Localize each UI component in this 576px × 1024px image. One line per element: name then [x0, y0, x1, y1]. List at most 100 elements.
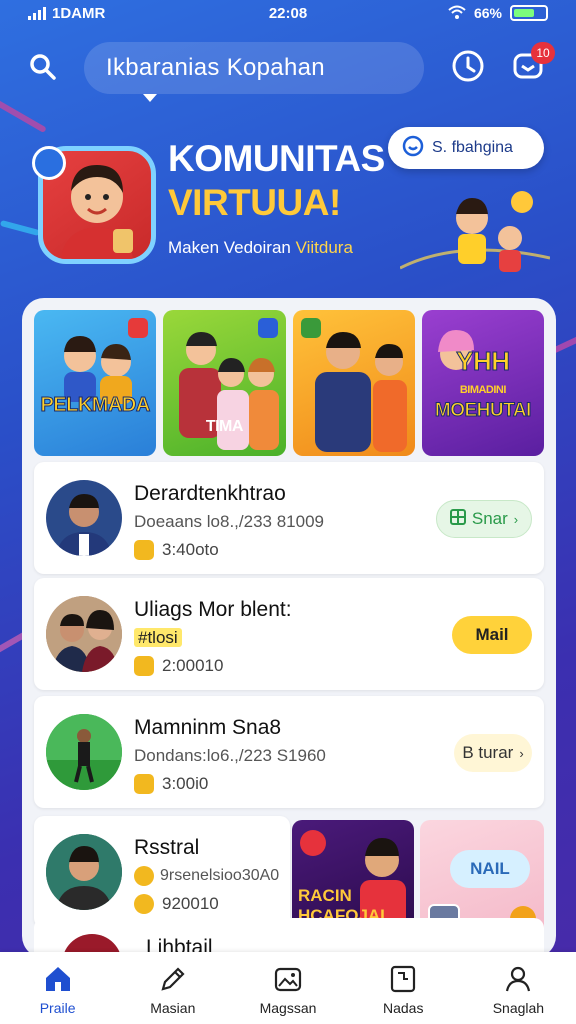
nav-label: Praile — [39, 1000, 76, 1016]
mail-button-label: Mail — [475, 625, 509, 644]
list-item[interactable]: Derardtenkhtrao Doeaans lo8.,/233 81009 … — [34, 462, 544, 574]
member-meta: 920010 — [134, 894, 219, 914]
tile-label-top: YHH — [456, 346, 511, 377]
caret-down-icon — [143, 94, 157, 102]
list-item[interactable]: Mamninm Sna8 Dondans:lo6.,/223 S1960 3:0… — [34, 696, 544, 808]
chat-bubble-label: NAIL — [470, 859, 510, 878]
hero-subtitle-part2: Viitdura — [295, 238, 353, 257]
member-time: 3:40oto — [162, 540, 219, 559]
nav-item-profile[interactable]: Snaglah — [461, 952, 576, 1024]
member-time: 3:00i0 — [162, 774, 209, 793]
grid-icon — [449, 508, 466, 530]
background-streak — [0, 219, 41, 237]
profile-icon — [503, 964, 533, 994]
avatar — [46, 834, 122, 910]
document-icon — [388, 964, 418, 994]
tile-badge-icon — [300, 318, 321, 338]
member-meta: 2:00010 — [134, 656, 223, 676]
nav-label: Masian — [150, 1000, 196, 1016]
square-badge-icon — [134, 656, 154, 676]
member-meta: 3:00i0 — [134, 774, 208, 794]
signal-icon — [28, 6, 46, 20]
hero-title-line2: VIRTUUA! — [168, 182, 341, 223]
tile-badge-icon — [128, 318, 149, 338]
clock-icon[interactable] — [448, 46, 488, 86]
member-info-text: 9rsenelsioo30A0 — [160, 867, 280, 884]
nav-item-documents[interactable]: Nadas — [346, 952, 461, 1024]
nav-label: Magssan — [259, 1000, 317, 1016]
follow-button[interactable]: B turar › — [454, 734, 532, 772]
edit-icon — [158, 964, 188, 994]
member-meta: 3:40oto — [134, 540, 219, 560]
member-info: Dondans:lo6.,/223 S1960 — [134, 746, 326, 765]
gallery-icon — [273, 964, 303, 994]
hero-subtitle-part1: Maken Vedoiran — [168, 238, 296, 257]
hero-chip-button[interactable]: S. fbahgina — [388, 127, 544, 169]
avatar — [46, 596, 122, 672]
tile-label-mid: BIMADINI — [459, 384, 507, 396]
member-tag: #tlosi — [134, 628, 182, 648]
crown-icon — [134, 774, 154, 794]
search-icon[interactable] — [28, 52, 58, 82]
mail-button[interactable]: Mail — [452, 616, 532, 654]
member-name: Rsstral — [134, 836, 200, 859]
content-panel: PELKMADA TIMA YHH BIMADINI MOEHUTAI Dera… — [22, 298, 556, 958]
tile-label: PELKMADA — [40, 394, 151, 417]
share-button[interactable]: Snar › — [436, 500, 532, 538]
share-button-label: Snar — [471, 509, 508, 528]
member-time: 2:00010 — [162, 656, 224, 675]
member-time: 920010 — [162, 894, 219, 913]
promo-label-top: RACIN — [298, 886, 352, 905]
hero-subtitle: Maken Vedoiran Viitdura — [168, 238, 353, 258]
chevron-right-icon: › — [513, 511, 519, 527]
battery-icon — [510, 5, 548, 21]
status-bar: 1DAMR 22:08 66% — [0, 0, 576, 26]
play-icon — [300, 830, 326, 856]
member-info: Doeaans lo8.,/233 81009 — [134, 512, 324, 531]
wifi-icon — [448, 5, 466, 22]
nav-item-home[interactable]: Praile — [0, 952, 115, 1024]
battery-label: 66% — [473, 5, 502, 21]
verified-icon — [32, 146, 66, 180]
tile-label-bottom: MOEHUTAI — [434, 400, 531, 422]
check-badge-icon — [134, 540, 154, 560]
community-title: Ikbaranias Kopahan — [106, 54, 325, 81]
nav-item-edit[interactable]: Masian — [115, 952, 230, 1024]
avatar — [46, 714, 122, 790]
nav-label: Snaglah — [492, 1000, 545, 1016]
carrier-label: 1DAMR — [52, 4, 106, 22]
tile-badge-icon — [257, 318, 278, 338]
coin-icon — [134, 866, 154, 886]
featured-tiles: PELKMADA TIMA YHH BIMADINI MOEHUTAI — [34, 310, 544, 456]
chat-bubble: NAIL — [450, 850, 530, 888]
smile-icon — [402, 135, 424, 162]
hashtag: #tlosi — [134, 628, 182, 647]
featured-tile[interactable]: PELKMADA — [34, 310, 157, 456]
avatar — [46, 480, 122, 556]
featured-tile[interactable] — [292, 310, 415, 456]
list-item[interactable]: Uliags Mor blent: #tlosi 2:00010 Mail — [34, 578, 544, 690]
bottom-navigation: Praile Masian Magssan Nadas Snaglah — [0, 952, 576, 1024]
chevron-right-icon: › — [519, 745, 524, 761]
home-icon — [43, 964, 73, 994]
featured-tile[interactable]: YHH BIMADINI MOEHUTAI — [421, 310, 544, 456]
community-selector[interactable]: Ikbaranias Kopahan — [84, 42, 424, 94]
hero-title: KOMUNITAS VIRTUUA! — [168, 137, 385, 225]
hero-chip-label: S. fbahgina — [432, 139, 513, 156]
app-header: Ikbaranias Kopahan 10 — [0, 38, 576, 102]
hero-illustration — [399, 178, 551, 288]
nav-label: Nadas — [382, 1000, 424, 1016]
member-name: Derardtenkhtrao — [134, 482, 286, 505]
list-item[interactable]: Rsstral 9rsenelsioo30A0 920010 — [34, 816, 290, 928]
member-name: Mamninm Sna8 — [134, 716, 282, 739]
nav-item-gallery[interactable]: Magssan — [230, 952, 345, 1024]
member-info: 9rsenelsioo30A0 — [134, 866, 279, 886]
notification-badge: 10 — [531, 42, 555, 64]
coin-icon — [134, 894, 154, 914]
tile-label: TIMA — [205, 418, 244, 435]
member-name: Uliags Mor blent: — [134, 598, 292, 621]
featured-tile[interactable]: TIMA — [163, 310, 286, 456]
clock: 22:08 — [268, 4, 308, 22]
background-streak — [0, 92, 47, 134]
hero-title-line1: KOMUNITAS — [168, 138, 385, 179]
